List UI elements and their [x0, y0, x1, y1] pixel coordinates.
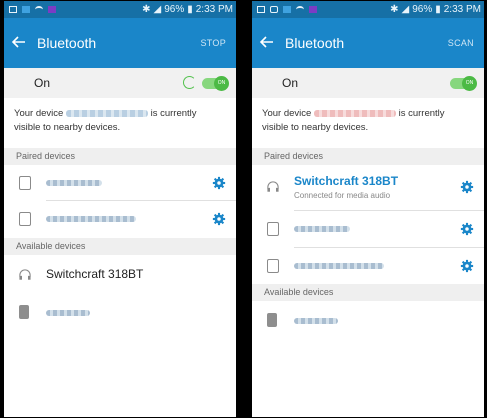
toggle-knob: ON	[214, 76, 229, 91]
bluetooth-toggle[interactable]: ON	[450, 76, 477, 91]
fitness-band-icon	[267, 313, 277, 327]
gear-icon[interactable]	[460, 222, 474, 236]
wifi-icon	[296, 6, 304, 13]
app-icon	[22, 6, 30, 13]
status-bar: ✱ ◢ 96% ▮ 2:33 PM	[252, 1, 484, 18]
paired-device-row[interactable]	[4, 201, 236, 237]
mail-icon	[9, 6, 17, 13]
connection-status: Connected for media audio	[294, 191, 391, 200]
lock-icon	[270, 6, 278, 13]
back-arrow-icon[interactable]	[11, 34, 27, 50]
left-screen: ✱ ◢ 96% ▮ 2:33 PM Bluetooth STOP On ON Y…	[4, 1, 236, 417]
paired-device-row[interactable]	[4, 165, 236, 200]
bluetooth-toggle[interactable]: ON	[202, 76, 229, 91]
clock: 2:33 PM	[195, 4, 233, 15]
gear-icon[interactable]	[460, 259, 474, 273]
redacted-device-name	[46, 180, 102, 186]
available-device-row[interactable]	[4, 293, 236, 331]
battery-icon: ▮	[187, 4, 193, 15]
redacted-device-name	[46, 310, 90, 316]
back-arrow-icon[interactable]	[259, 34, 275, 50]
phone-icon	[267, 222, 279, 236]
app-bar: Bluetooth STOP	[4, 18, 236, 68]
redacted-device-name	[65, 109, 148, 117]
paired-device-row[interactable]	[252, 248, 484, 284]
mail-icon	[257, 6, 265, 13]
yahoo-icon	[48, 6, 56, 13]
toggle-knob: ON	[462, 76, 477, 91]
headphones-icon	[267, 181, 279, 192]
bluetooth-icon: ✱	[390, 4, 399, 15]
phone-icon	[19, 176, 31, 190]
signal-icon: ◢	[401, 4, 410, 15]
on-label: On	[282, 76, 299, 90]
scanning-spinner-icon	[183, 76, 196, 89]
visibility-text: Your device is currently visible to near…	[14, 108, 197, 133]
right-screen: ✱ ◢ 96% ▮ 2:33 PM Bluetooth SCAN On ON Y…	[252, 1, 484, 417]
fitness-band-icon	[19, 305, 29, 319]
bluetooth-icon: ✱	[142, 4, 151, 15]
bluetooth-switch-row[interactable]: On ON	[252, 68, 484, 98]
page-title: Bluetooth	[285, 35, 345, 51]
available-devices-header: Available devices	[4, 238, 236, 255]
battery-icon: ▮	[435, 4, 441, 15]
redacted-device-name	[294, 263, 384, 269]
stop-button[interactable]: STOP	[200, 38, 226, 48]
gear-icon[interactable]	[212, 176, 226, 190]
clock: 2:33 PM	[443, 4, 481, 15]
connected-device-name: Switchcraft 318BT	[294, 174, 399, 188]
available-device-row[interactable]	[252, 301, 484, 339]
battery-percent: 96%	[164, 4, 185, 15]
available-device-row[interactable]: Switchcraft 318BT	[4, 255, 236, 293]
phone-icon	[267, 259, 279, 273]
redacted-device-name	[294, 318, 338, 324]
redacted-device-name	[46, 216, 136, 222]
app-bar: Bluetooth SCAN	[252, 18, 484, 68]
visibility-text: Your device is currently visible to near…	[262, 108, 445, 133]
yahoo-icon	[309, 6, 317, 13]
gear-icon[interactable]	[212, 212, 226, 226]
redacted-device-name	[294, 226, 350, 232]
headphones-icon	[19, 269, 31, 280]
redacted-device-name	[313, 109, 396, 117]
paired-device-row[interactable]	[252, 211, 484, 247]
status-bar: ✱ ◢ 96% ▮ 2:33 PM	[4, 1, 236, 18]
device-name: Switchcraft 318BT	[46, 267, 144, 281]
available-devices-header: Available devices	[252, 284, 484, 301]
bluetooth-switch-row[interactable]: On ON	[4, 68, 236, 98]
scan-button[interactable]: SCAN	[448, 38, 474, 48]
phone-icon	[19, 212, 31, 226]
battery-percent: 96%	[412, 4, 433, 15]
app-icon	[283, 6, 291, 13]
on-label: On	[34, 76, 51, 90]
connected-device-row[interactable]: Switchcraft 318BT Connected for media au…	[252, 165, 484, 210]
paired-devices-header: Paired devices	[252, 148, 484, 165]
wifi-icon	[35, 6, 43, 13]
gear-icon[interactable]	[460, 180, 474, 194]
signal-icon: ◢	[153, 4, 162, 15]
page-title: Bluetooth	[37, 35, 97, 51]
paired-devices-header: Paired devices	[4, 148, 236, 165]
